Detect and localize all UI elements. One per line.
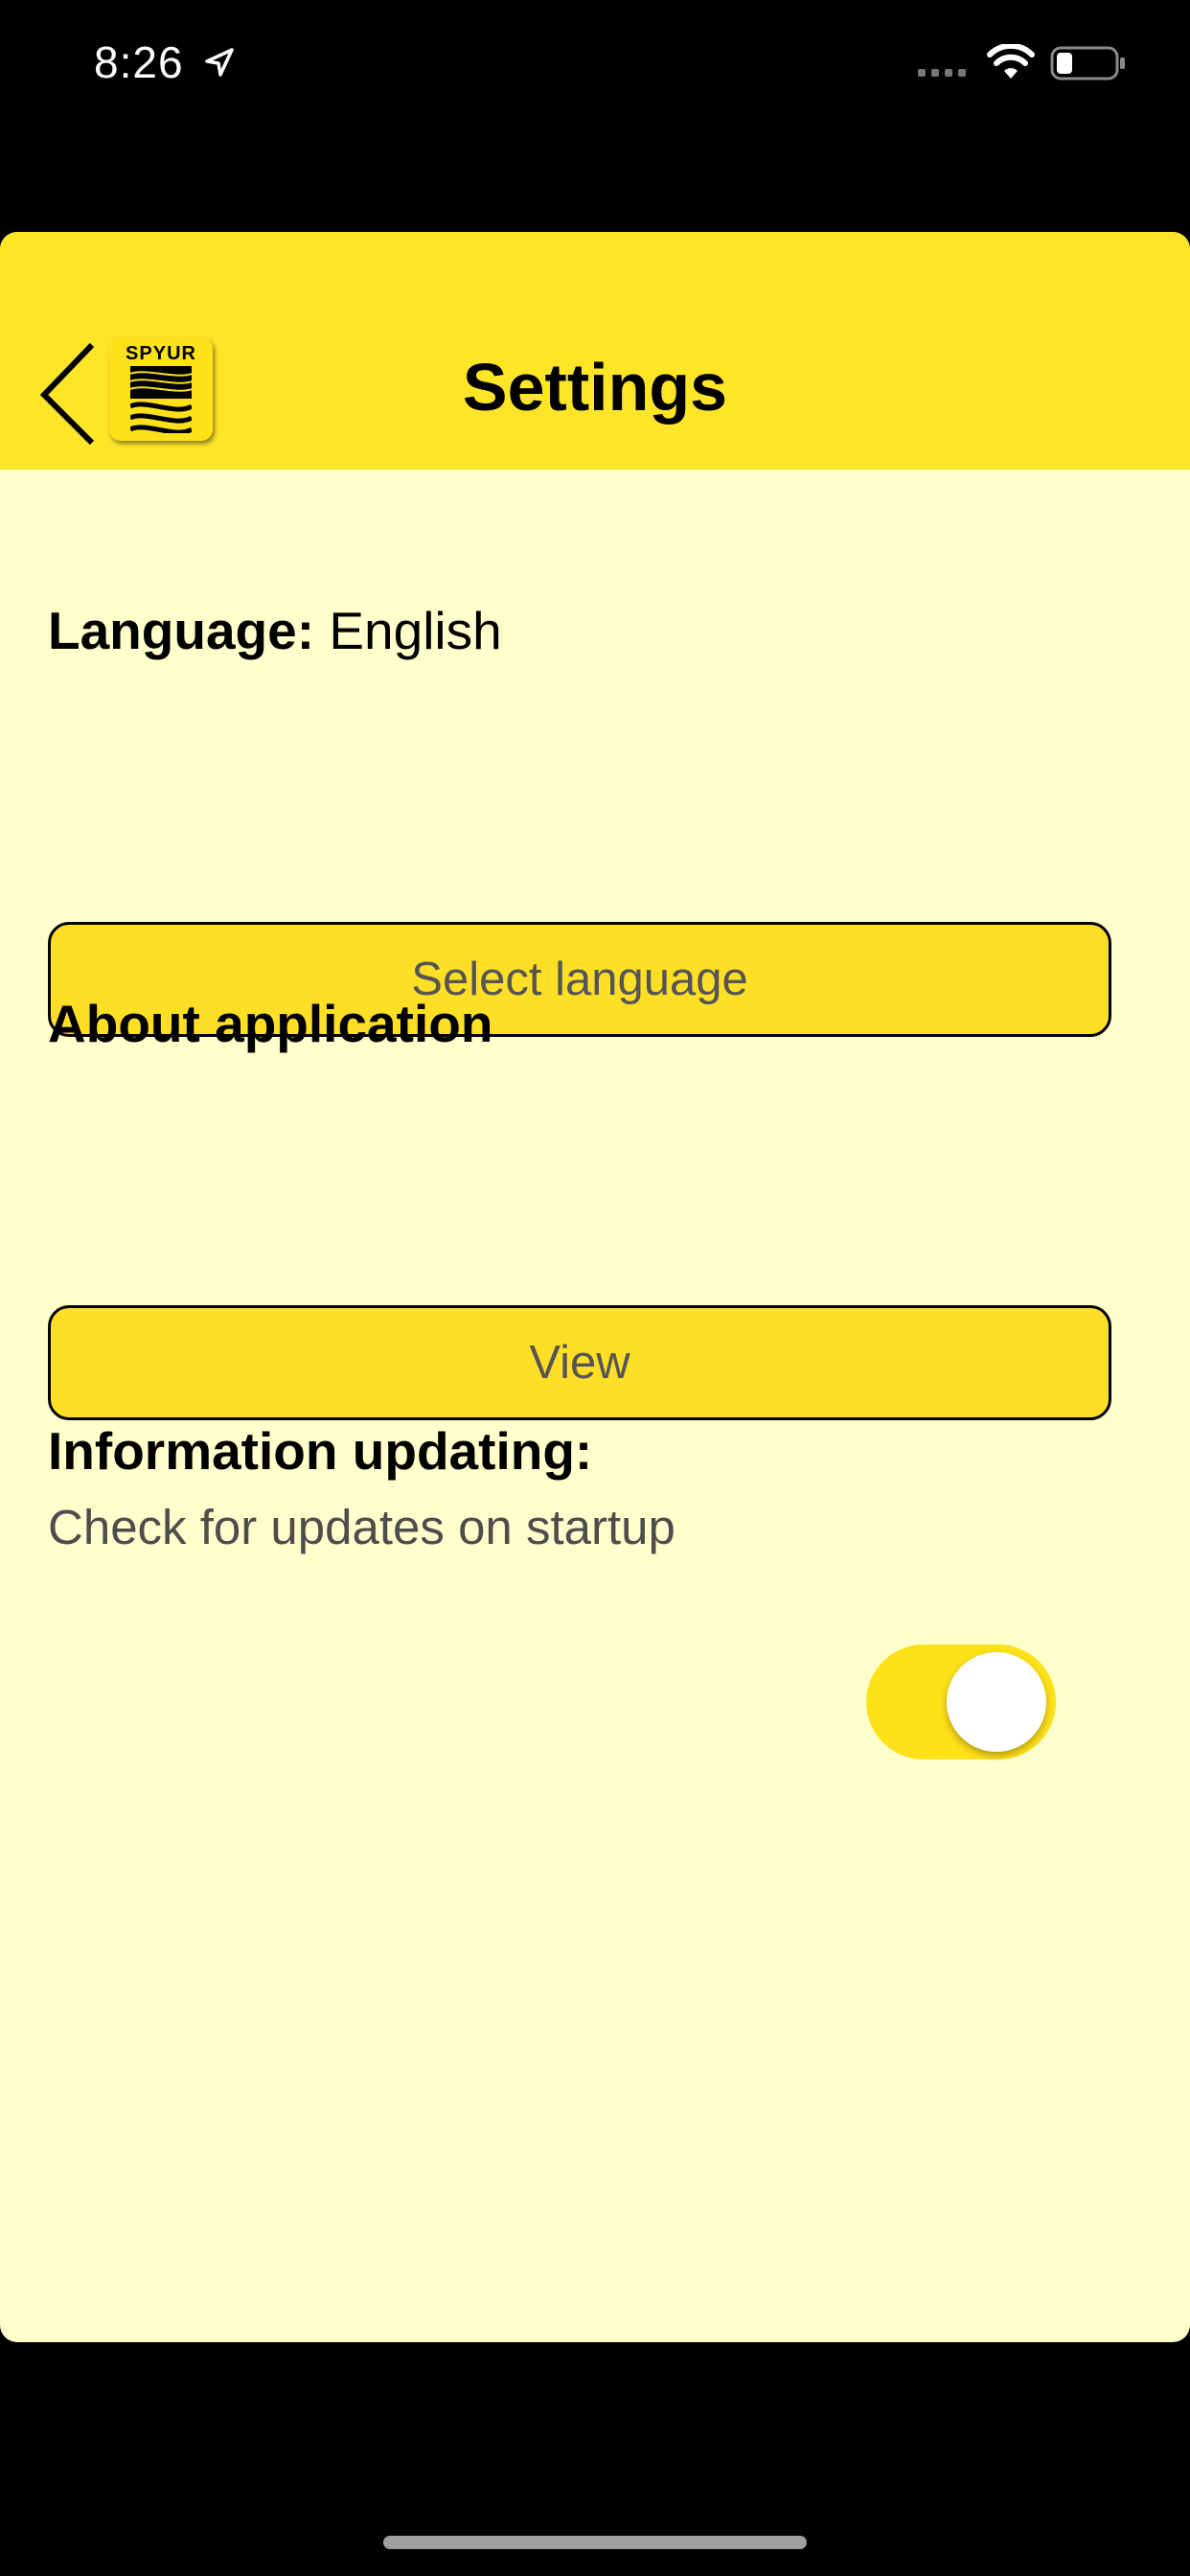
home-indicator[interactable] [383, 2536, 807, 2549]
battery-icon [1050, 46, 1125, 80]
check-updates-toggle[interactable] [866, 1644, 1056, 1760]
view-about-button[interactable]: View [48, 1305, 1111, 1420]
location-arrow-icon [205, 48, 234, 77]
wifi-icon [987, 44, 1035, 79]
cellular-signal-icon [918, 69, 966, 77]
toggle-knob [947, 1652, 1046, 1752]
settings-screen: SPYUR Settings Language: English Select … [0, 232, 1190, 2342]
page-title: Settings [462, 350, 728, 425]
language-row: Language: English [48, 600, 502, 661]
status-bar: 8:26 [0, 0, 1190, 134]
update-label: Information updating: [48, 1421, 593, 1481]
language-label: Language: [48, 601, 315, 660]
status-time: 8:26 [94, 37, 184, 87]
about-label: About application [48, 994, 493, 1053]
update-description: Check for updates on startup [48, 1500, 675, 1554]
language-value: English [329, 601, 502, 660]
navigation-header: SPYUR Settings [0, 232, 1190, 470]
